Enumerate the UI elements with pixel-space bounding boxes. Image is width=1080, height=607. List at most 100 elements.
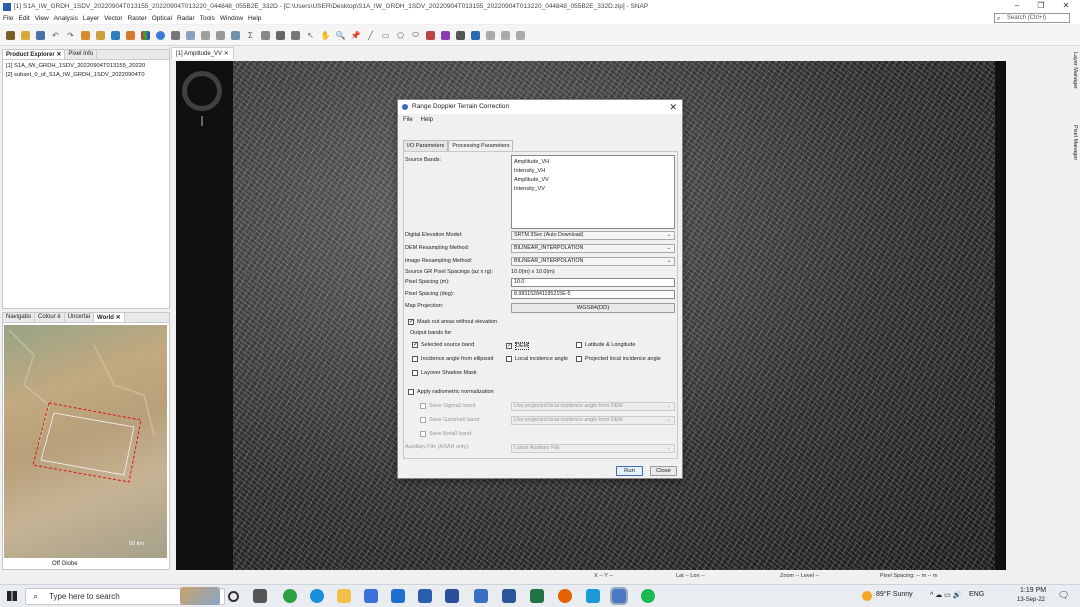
side-tab-pixel-manager[interactable]: Pixel Manager — [1066, 125, 1078, 195]
tab-processing-parameters[interactable]: Processing Parameters — [448, 140, 514, 151]
select-tool-icon[interactable]: ↖ — [304, 28, 317, 42]
ellipse-tool-icon[interactable]: ⬭ — [409, 28, 422, 42]
pixel-spacing-deg-input[interactable]: 8.983152841195215E-5 — [511, 290, 675, 299]
spotify-icon[interactable] — [641, 589, 655, 603]
gcp-icon[interactable] — [289, 28, 302, 42]
side-tab-layer-manager[interactable]: Layer Manager — [1066, 52, 1078, 122]
tab-io-parameters[interactable]: I/O Parameters — [403, 140, 449, 151]
tab-navigation[interactable]: Navigatio — [3, 313, 36, 322]
open-product-icon[interactable] — [19, 28, 32, 42]
dem-select[interactable]: SRTM 3Sec (Auto Download) ⌄ — [511, 231, 675, 240]
band-item[interactable]: Amplitude_VV — [514, 176, 672, 185]
selected-source-band-checkbox[interactable]: ✓ Selected source band — [412, 342, 474, 348]
tile-vertical-icon[interactable] — [499, 28, 512, 42]
store-icon[interactable] — [364, 589, 378, 603]
mask-manager-icon[interactable] — [259, 28, 272, 42]
search-input[interactable]: ⌕ Search (Ctrl+I) — [994, 13, 1070, 23]
tab-world[interactable]: World ✕ — [94, 313, 125, 322]
histogram-icon[interactable] — [184, 28, 197, 42]
zoom-tool-icon[interactable]: 🔍 — [334, 28, 347, 42]
snap-active-icon[interactable] — [610, 587, 628, 605]
save-sigma0-checkbox[interactable]: Save Sigma0 band — [420, 403, 475, 409]
snap-taskbar-icon-4[interactable] — [586, 589, 600, 603]
batch-processing-icon[interactable] — [124, 28, 137, 42]
cortana-icon[interactable] — [228, 591, 239, 602]
world-map[interactable]: 50 km — [4, 325, 167, 558]
tile-evenly-icon[interactable] — [514, 28, 527, 42]
restore-button[interactable]: ❐ — [1030, 0, 1052, 13]
cursor-sync-icon[interactable] — [469, 28, 482, 42]
save-beta0-checkbox[interactable]: Save Beta0 band — [420, 431, 471, 437]
save-product-icon[interactable] — [34, 28, 47, 42]
pin-tool-icon[interactable]: 📌 — [349, 28, 362, 42]
zoom-slider-handle[interactable] — [201, 116, 203, 126]
menu-tools[interactable]: Tools — [200, 15, 215, 22]
dialog-menu-file[interactable]: File — [403, 117, 413, 123]
product-library-icon[interactable] — [169, 28, 182, 42]
menu-file[interactable]: File — [3, 15, 13, 22]
profile-plot-icon[interactable] — [214, 28, 227, 42]
firefox-icon[interactable] — [558, 589, 572, 603]
mask-no-elevation-checkbox[interactable]: ✓ Mask out areas without elevation — [408, 319, 497, 325]
pan-navigation-control[interactable] — [182, 71, 222, 111]
pan-tool-icon[interactable]: ✋ — [319, 28, 332, 42]
menu-layer[interactable]: Layer — [83, 15, 99, 22]
radiometric-normalization-checkbox[interactable]: Apply radiometric normalization — [408, 389, 494, 395]
clock-time[interactable]: 1:19 PM — [1020, 587, 1046, 594]
clock-date[interactable]: 13-Sep-22 — [1017, 597, 1045, 603]
snap-taskbar-icon-3[interactable] — [474, 589, 488, 603]
tab-colour[interactable]: Colour é — [35, 313, 65, 322]
statistics-icon[interactable]: Σ — [244, 28, 257, 42]
run-button[interactable]: Run — [616, 466, 643, 476]
tab-amplitude-vv[interactable]: [1] Amplitude_VV ✕ — [171, 47, 234, 59]
scatter-plot-icon[interactable] — [199, 28, 212, 42]
close-window-button[interactable]: ✕ — [1055, 0, 1077, 13]
tab-pixel-info[interactable]: Pixel Info — [65, 50, 98, 59]
menu-vector[interactable]: Vector — [104, 15, 122, 22]
magic-wand-icon[interactable] — [439, 28, 452, 42]
spectrum-icon[interactable] — [229, 28, 242, 42]
tray-icons[interactable]: ^ ☁ ▭ 🔊 — [930, 591, 961, 599]
world-view-icon[interactable] — [154, 28, 167, 42]
image-resampling-select[interactable]: BILINEAR_INTERPOLATION ⌄ — [511, 257, 675, 266]
sigma0-incidence-select[interactable]: Use projected local incidence angle from… — [511, 402, 675, 411]
new-product-icon[interactable] — [4, 28, 17, 42]
redo-icon[interactable]: ↷ — [64, 28, 77, 42]
save-gamma0-checkbox[interactable]: Save Gamma0 band — [420, 417, 479, 423]
band-item[interactable]: Intensity_VV — [514, 185, 672, 194]
auxiliary-file-select[interactable]: Latest Auxiliary File ⌄ — [511, 444, 675, 453]
menu-window[interactable]: Window — [220, 15, 243, 22]
projected-local-incidence-checkbox[interactable]: Projected local incidence angle — [576, 356, 661, 362]
menu-help[interactable]: Help — [248, 15, 261, 22]
graph-builder-icon[interactable] — [109, 28, 122, 42]
menu-optical[interactable]: Optical — [152, 15, 172, 22]
line-tool-icon[interactable]: ╱ — [364, 28, 377, 42]
rectangle-tool-icon[interactable]: ▭ — [379, 28, 392, 42]
incidence-ellipsoid-checkbox[interactable]: Incidence angle from ellipsoid — [412, 356, 493, 362]
product-item-1[interactable]: [1] S1A_IW_GRDH_1SDV_20220904T013155_202… — [3, 62, 169, 71]
dialog-menu-help[interactable]: Help — [421, 117, 433, 123]
menu-analysis[interactable]: Analysis — [54, 15, 78, 22]
sync-views-icon[interactable] — [454, 28, 467, 42]
menu-view[interactable]: View — [35, 15, 49, 22]
band-item[interactable]: Amplitude_VH — [514, 158, 672, 167]
menu-raster[interactable]: Raster — [128, 15, 147, 22]
tab-product-explorer[interactable]: Product Explorer ✕ — [3, 50, 66, 59]
file-explorer-icon[interactable] — [337, 589, 351, 603]
band-maths-icon[interactable] — [79, 28, 92, 42]
polygon-tool-icon[interactable]: ⬠ — [394, 28, 407, 42]
menu-edit[interactable]: Edit — [18, 15, 29, 22]
dem-resampling-select[interactable]: BILINEAR_INTERPOLATION ⌄ — [511, 244, 675, 253]
dialog-close-icon[interactable]: ✕ — [669, 100, 677, 114]
map-projection-button[interactable]: WGS84(DD) — [511, 303, 675, 313]
lat-lon-checkbox[interactable]: Latitude & Longitude — [576, 342, 635, 348]
edge-icon[interactable] — [310, 589, 324, 603]
subset-icon[interactable] — [94, 28, 107, 42]
snap-taskbar-icon-2[interactable] — [445, 589, 459, 603]
dem-band-checkbox[interactable]: ✓ DEM — [506, 342, 530, 350]
minimize-button[interactable]: – — [1006, 0, 1028, 13]
source-bands-list[interactable]: Amplitude_VH Intensity_VH Amplitude_VV I… — [511, 155, 675, 229]
menu-radar[interactable]: Radar — [177, 15, 195, 22]
word-icon[interactable] — [502, 589, 516, 603]
windows-start-icon[interactable] — [7, 591, 17, 601]
